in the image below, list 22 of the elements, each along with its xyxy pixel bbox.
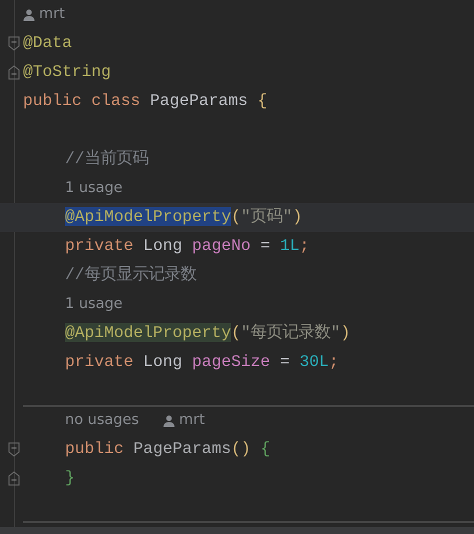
usage-hint: 1 usage (65, 178, 123, 198)
usage-hint: no usages (65, 410, 139, 430)
code-line: //每页显示记录数 (65, 264, 197, 286)
person-icon (162, 414, 175, 426)
author-name: mrt (178, 410, 205, 430)
code-line: public class PageParams { (23, 90, 268, 112)
code-line: @ApiModelProperty("页码") (65, 206, 302, 228)
code-line: @ApiModelProperty("每页记录数") (65, 322, 350, 344)
usage-hint: 1 usage (65, 294, 123, 314)
code-line: @Data (23, 32, 72, 54)
fold-end-icon[interactable] (8, 65, 20, 80)
code-line: @ToString (23, 61, 111, 84)
author-name: mrt (39, 4, 65, 24)
fold-start-icon[interactable] (8, 442, 20, 457)
code-line: private Long pageSize = 30L; (65, 351, 339, 374)
code-line: } (65, 467, 75, 490)
code-line: //当前页码 (65, 148, 149, 170)
fold-start-icon[interactable] (8, 36, 20, 51)
person-icon (23, 8, 35, 20)
code-line: public PageParams() { (65, 438, 270, 460)
fold-end-icon[interactable] (8, 471, 20, 486)
code-line: private Long pageNo = 1L; (65, 235, 310, 258)
